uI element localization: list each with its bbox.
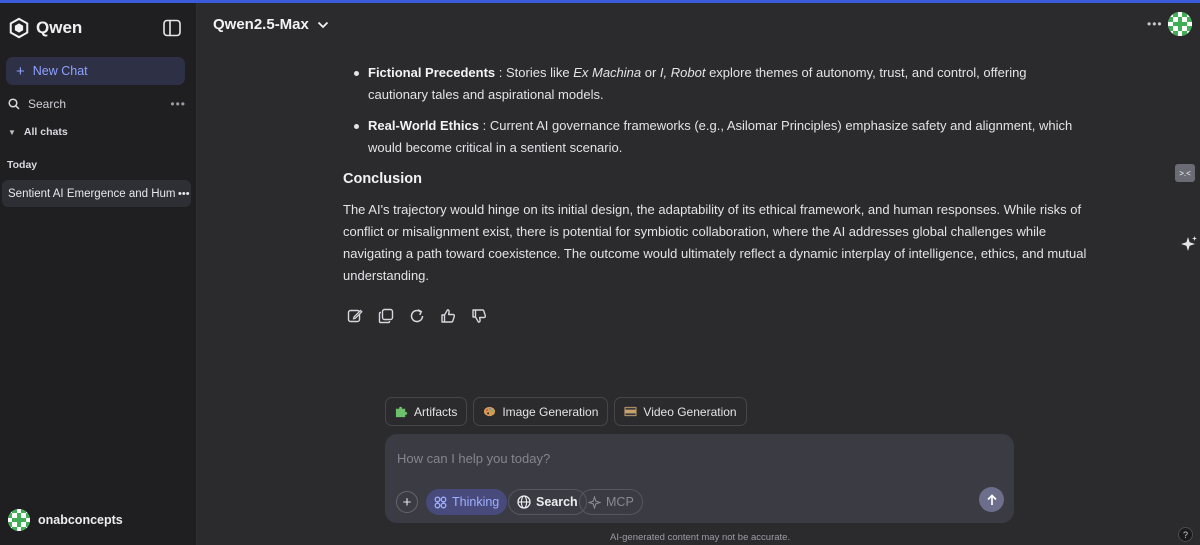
avatar [8, 509, 30, 531]
mcp-icon [588, 495, 601, 509]
today-group-label: Today [7, 159, 38, 171]
all-chats-label: All chats [23, 126, 68, 138]
arrow-up-icon [986, 493, 997, 505]
feature-chips: Artifacts Image Generation Video Generat… [385, 397, 747, 426]
thumbs-up-icon[interactable] [440, 308, 456, 324]
chat-title: Sentient AI Emergence and Human [8, 187, 176, 200]
copy-icon[interactable] [378, 308, 394, 324]
model-name: Qwen2.5-Max [213, 16, 309, 33]
sidebar-toggle-icon[interactable] [162, 18, 182, 38]
chip-label: Artifacts [414, 404, 458, 419]
list-item: Real-World Ethics : Current AI governanc… [354, 115, 1088, 159]
search-toggle-label: Search [536, 495, 578, 509]
bullet-text: Stories like [506, 65, 574, 80]
header-avatar[interactable] [1168, 12, 1192, 36]
new-chat-button[interactable]: + New Chat [6, 57, 185, 85]
plus-icon: + [16, 62, 25, 80]
user-profile[interactable]: onabconcepts [8, 509, 123, 531]
list-item: Fictional Precedents : Stories like Ex M… [354, 62, 1088, 106]
model-selector[interactable]: Qwen2.5-Max [213, 16, 329, 33]
film-icon [624, 406, 637, 417]
bullet-text: or [641, 65, 660, 80]
bullet-title: Real-World Ethics [368, 118, 480, 133]
brand-name: Qwen [36, 18, 83, 37]
thinking-label: Thinking [452, 495, 500, 509]
bullet-title: Fictional Precedents [368, 65, 496, 80]
chevron-down-icon [317, 21, 329, 28]
chat-input[interactable] [397, 448, 997, 468]
thumbs-down-icon[interactable] [471, 308, 487, 324]
mcp-toggle[interactable]: MCP [579, 489, 643, 515]
image-generation-chip[interactable]: Image Generation [473, 397, 609, 426]
globe-icon [517, 495, 531, 509]
assistant-message: Fictional Precedents : Stories like Ex M… [343, 62, 1088, 287]
search-icon [8, 98, 20, 110]
ai-disclaimer: AI-generated content may not be accurate… [610, 532, 791, 543]
chat-composer: + Thinking Search MCP [385, 434, 1014, 523]
help-button[interactable]: ? [1178, 527, 1193, 542]
edit-icon[interactable] [347, 308, 363, 324]
thinking-toggle[interactable]: Thinking [426, 489, 508, 515]
all-chats-toggle[interactable]: ▼ All chats [8, 126, 68, 138]
side-panel-handle-icon[interactable]: >.< [1175, 164, 1195, 182]
chat-options-icon[interactable]: ••• [178, 188, 190, 200]
palette-icon [484, 406, 496, 417]
new-chat-label: New Chat [32, 64, 88, 78]
bullet-separator: : [495, 65, 506, 80]
web-search-toggle[interactable]: Search [508, 489, 587, 515]
thinking-icon [434, 496, 447, 508]
chip-label: Image Generation [502, 404, 599, 419]
artifacts-chip[interactable]: Artifacts [385, 397, 468, 426]
bullet-list: Fictional Precedents : Stories like Ex M… [343, 62, 1088, 159]
mcp-label: MCP [606, 495, 634, 509]
chat-list-item[interactable]: Sentient AI Emergence and Human ••• [2, 180, 191, 207]
conclusion-paragraph: The AI's trajectory would hinge on its i… [343, 202, 1087, 283]
more-options-icon[interactable]: ••• [170, 97, 186, 111]
brand[interactable]: Qwen [8, 17, 82, 39]
qwen-logo-icon [9, 17, 29, 39]
bullet-separator: : [479, 118, 490, 133]
section-heading: Conclusion [343, 171, 422, 187]
puzzle-icon [395, 406, 408, 418]
chevron-down-icon: ▼ [8, 127, 16, 137]
message-actions [347, 308, 487, 324]
send-button[interactable] [979, 487, 1004, 512]
chip-label: Video Generation [643, 404, 737, 419]
sidebar: Qwen + New Chat Search ••• ▼ All chats T… [0, 3, 197, 545]
search-label: Search [28, 97, 67, 111]
video-generation-chip[interactable]: Video Generation [614, 397, 747, 426]
more-menu-icon[interactable]: ••• [1147, 17, 1163, 31]
regenerate-icon[interactable] [409, 308, 425, 324]
work-title: I, Robot [659, 65, 706, 80]
sparkle-icon[interactable] [1180, 235, 1198, 253]
attach-plus-button[interactable]: + [396, 491, 418, 513]
sidebar-search[interactable]: Search ••• [8, 94, 186, 114]
user-name: onabconcepts [38, 513, 123, 527]
work-title: Ex Machina [573, 65, 642, 80]
